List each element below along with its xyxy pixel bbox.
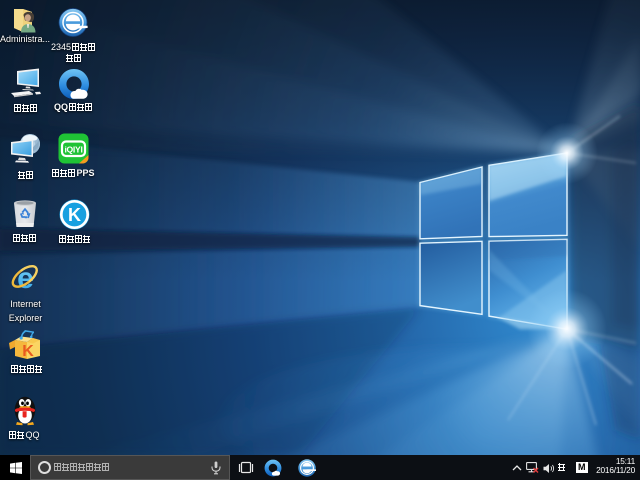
svg-text:K: K: [22, 343, 34, 360]
svg-text:K: K: [68, 205, 81, 225]
svg-text:iQIYI: iQIYI: [64, 144, 82, 154]
